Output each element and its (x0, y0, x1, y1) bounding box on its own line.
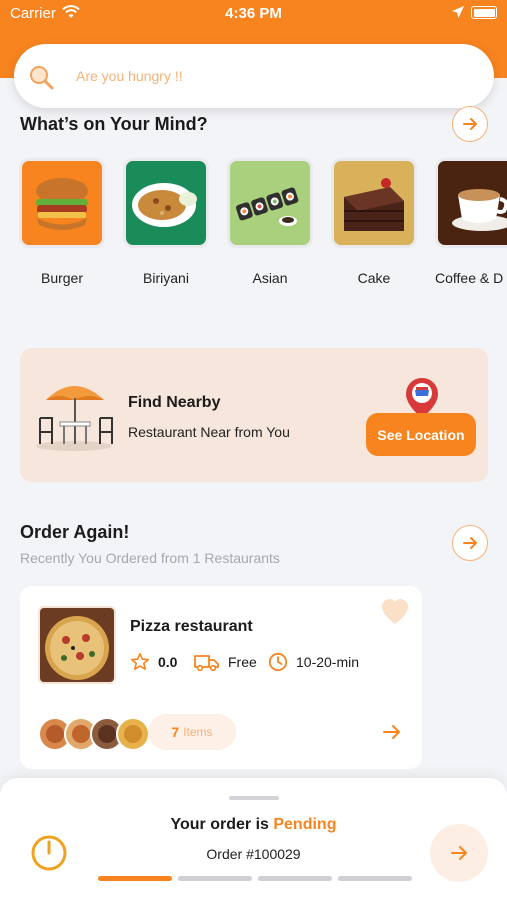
section-title-categories: What’s on Your Mind? (20, 114, 208, 134)
order-again-card[interactable]: Pizza restaurant 0.0 Free 10-20-min 7 It… (20, 586, 422, 769)
progress-step (98, 876, 172, 881)
order-status-state: Pending (273, 816, 337, 833)
delivery-fee-value: Free (228, 654, 257, 670)
items-count-badge[interactable]: 7 Items (148, 714, 236, 750)
arrow-right-icon (451, 846, 467, 860)
sushi-image (227, 158, 313, 248)
coffee-image (435, 158, 507, 248)
rating-value: 0.0 (158, 654, 178, 670)
items-count: 7 (171, 724, 180, 740)
clock-icon (268, 652, 288, 672)
category-label: Cake (357, 270, 391, 286)
order-again-subtitle: Recently You Ordered from 1 Restaurants (20, 550, 280, 566)
find-nearby-title: Find Nearby (128, 394, 221, 411)
category-asian[interactable]: Asian (227, 158, 313, 286)
categories-see-all-button[interactable] (452, 106, 488, 142)
progress-step (338, 876, 412, 881)
open-order-button[interactable] (430, 824, 488, 882)
burger-image (19, 158, 105, 248)
search-input[interactable]: Are you hungry !! (14, 44, 494, 108)
status-bar: Carrier 4:36 PM (0, 0, 507, 28)
restaurant-name: Pizza restaurant (130, 618, 253, 635)
find-nearby-card[interactable]: Find Nearby Restaurant Near from You See… (20, 348, 488, 482)
find-nearby-subtitle: Restaurant Near from You (128, 424, 290, 440)
star-icon (131, 653, 149, 670)
arrow-right-icon (463, 118, 477, 130)
search-placeholder: Are you hungry !! (76, 68, 183, 84)
delivery-truck-icon (194, 655, 219, 672)
order-status-prefix: Your order is (170, 816, 269, 833)
sheet-drag-handle[interactable] (229, 796, 279, 800)
ordered-items-thumbnails (38, 716, 150, 757)
pizza-image (38, 606, 116, 684)
category-burger[interactable]: Burger (19, 158, 105, 286)
category-label: Asian (252, 270, 288, 286)
category-coffee[interactable]: Coffee & D (435, 158, 507, 286)
arrow-right-icon (383, 725, 400, 739)
category-cake[interactable]: Cake (331, 158, 417, 286)
see-location-button[interactable]: See Location (366, 413, 476, 456)
order-status-sheet[interactable]: Your order is Pending Order #100029 (0, 778, 507, 900)
rating: 0.0 (130, 652, 177, 672)
category-label: Coffee & D (435, 270, 504, 286)
delivery-time: 10-20-min (268, 652, 359, 672)
arrow-right-icon (463, 537, 477, 549)
category-label: Burger (40, 270, 84, 286)
location-arrow-icon (451, 5, 465, 23)
battery-icon (471, 6, 497, 19)
order-status-line: Your order is Pending (0, 816, 507, 834)
favorite-heart-icon[interactable] (380, 598, 410, 631)
progress-step (178, 876, 252, 881)
delivery-time-value: 10-20-min (296, 654, 360, 670)
cake-image (331, 158, 417, 248)
section-title-order-again: Order Again! (20, 522, 130, 542)
category-label: Biriyani (143, 270, 189, 286)
reorder-arrow-button[interactable] (382, 722, 402, 747)
category-biriyani[interactable]: Biriyani (123, 158, 209, 286)
search-icon (28, 64, 54, 90)
clock-label: 4:36 PM (225, 5, 282, 22)
biriyani-image (123, 158, 209, 248)
progress-step (258, 876, 332, 881)
items-word: Items (183, 725, 213, 739)
restaurant-table-icon (34, 378, 118, 459)
order-again-see-all-button[interactable] (452, 525, 488, 561)
delivery-fee: Free (194, 652, 257, 672)
